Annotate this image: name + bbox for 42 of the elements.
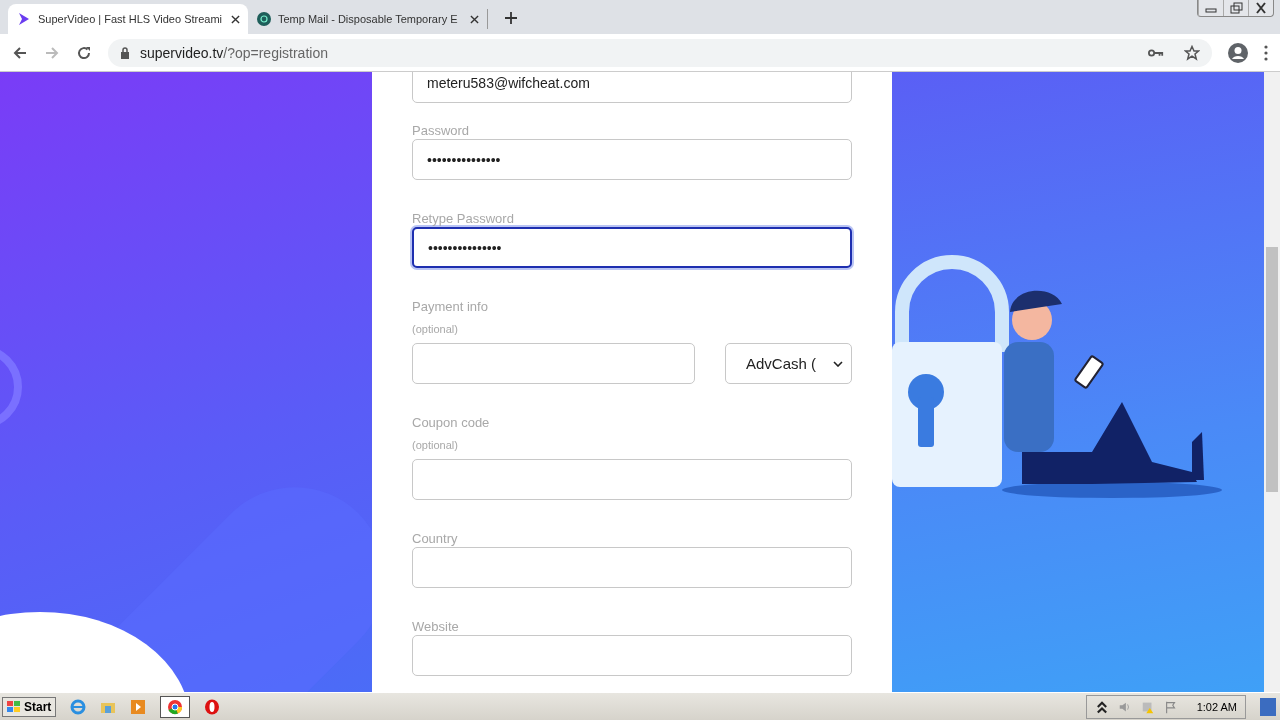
payment-input[interactable] [412, 343, 695, 384]
clock: 1:02 AM [1196, 700, 1237, 713]
chrome-taskbar-button[interactable] [160, 695, 191, 718]
close-icon[interactable] [231, 14, 240, 24]
browser-tab[interactable]: Temp Mail - Disposable Temporary E [248, 9, 488, 29]
input-field[interactable] [412, 635, 852, 676]
payment-select[interactable]: AdvCash ( [725, 343, 852, 384]
show-desktop-button[interactable] [1260, 697, 1276, 716]
menu-icon[interactable] [1264, 44, 1268, 61]
window-controls[interactable] [1197, 0, 1274, 17]
field-label: Website [412, 619, 460, 635]
star-icon[interactable] [1184, 44, 1200, 61]
input-field[interactable] [412, 459, 852, 500]
browser-e-icon[interactable] [70, 698, 87, 715]
optional-hint: (optional) [412, 322, 459, 337]
chevron-down-icon [833, 360, 843, 367]
input-field[interactable]: meteru583@wifcheat.com [412, 72, 852, 103]
chrome-icon [167, 698, 184, 715]
field-label: Payment info [412, 299, 489, 315]
start-button[interactable]: Start [2, 696, 57, 717]
lock-icon [120, 46, 130, 59]
browser-tab[interactable]: SuperVideo | Fast HLS Video Streami [8, 4, 248, 34]
address-bar[interactable]: supervideo.tv/?op=registration [108, 38, 1212, 67]
field-label: Password [412, 123, 471, 139]
scrollbar[interactable] [1264, 72, 1280, 692]
new-tab-icon[interactable] [504, 11, 518, 25]
input-field[interactable] [412, 547, 852, 588]
opera-icon[interactable] [204, 698, 221, 715]
chevron-up-icon[interactable] [1094, 699, 1109, 714]
field-label: Retype Password [412, 211, 515, 227]
field-label: Country [412, 531, 459, 547]
back-icon[interactable] [12, 44, 28, 61]
optional-hint: (optional) [412, 438, 459, 453]
windows-logo-icon [7, 700, 21, 713]
close-icon[interactable] [470, 14, 479, 24]
flag-icon[interactable] [1163, 699, 1178, 714]
reload-icon[interactable] [76, 44, 92, 61]
field-label: Coupon code [412, 415, 491, 431]
account-icon[interactable] [1228, 42, 1248, 63]
input-field[interactable]: ••••••••••••••• [412, 227, 852, 268]
input-field[interactable]: ••••••••••••••• [412, 139, 852, 180]
media-player-icon[interactable] [130, 698, 147, 715]
